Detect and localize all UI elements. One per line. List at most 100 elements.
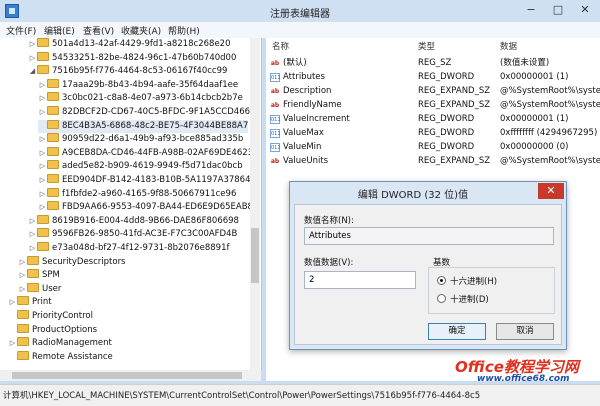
menu-edit[interactable]: 编辑(E) (44, 24, 75, 37)
tree-item[interactable]: ◢ 7516b95f-f776-4464-8c53-06167f40cc99 (28, 65, 227, 78)
expand-arrow-icon[interactable]: ▷ (28, 38, 37, 51)
tree-item-label: Remote Assistance (32, 351, 113, 362)
value-row-type[interactable]: REG_DWORD (418, 127, 474, 140)
value-row-type[interactable]: REG_DWORD (418, 141, 474, 154)
value-row-name[interactable]: 011 ValueMin (270, 141, 321, 154)
value-row-name[interactable]: ab FriendlyName (270, 99, 342, 112)
column-header-name[interactable]: 名称 (272, 40, 289, 52)
expand-arrow-icon[interactable]: ▷ (18, 269, 27, 282)
folder-icon (47, 133, 59, 143)
expand-arrow-icon[interactable]: ▷ (18, 256, 27, 269)
expand-arrow-icon[interactable]: ▷ (38, 201, 47, 214)
tree-item[interactable]: ▷ aded5e82-b909-4619-9949-f5d71dac0bcb (38, 160, 243, 173)
value-row-type[interactable]: REG_DWORD (418, 113, 474, 126)
value-row-name[interactable]: 011 ValueMax (270, 127, 324, 140)
tree-horizontal-scrollbar[interactable] (0, 370, 261, 381)
value-data-input[interactable]: 2 (304, 271, 416, 289)
binary-value-icon: 011 (270, 143, 281, 152)
decimal-radio-label[interactable]: 十进制(D) (450, 293, 489, 305)
expand-arrow-icon[interactable]: ▷ (38, 188, 47, 201)
tree-scroll-thumb[interactable] (251, 228, 259, 283)
menu-view[interactable]: 查看(V) (83, 24, 114, 37)
expand-arrow-icon[interactable]: ▷ (38, 160, 47, 173)
dialog-close-button[interactable]: ✕ (538, 183, 564, 199)
maximize-button[interactable]: □ (545, 2, 571, 18)
menu-file[interactable]: 文件(F) (6, 24, 36, 37)
value-row-data[interactable]: 0xffffffff (4294967295) (500, 127, 597, 140)
value-row-type[interactable]: REG_EXPAND_SZ (418, 85, 490, 98)
expand-arrow-icon[interactable]: ▷ (28, 52, 37, 65)
minimize-button[interactable]: − (518, 2, 544, 18)
tree-item[interactable]: ▷ 54533251-82be-4824-96c1-47b60b740d00 (28, 51, 236, 65)
tree-item[interactable]: ▷ User (18, 282, 61, 296)
value-row-data[interactable]: (数值未设置) (500, 57, 549, 70)
ok-button[interactable]: 确定 (428, 323, 486, 340)
menu-help[interactable]: 帮助(H) (168, 24, 200, 37)
expand-arrow-icon[interactable]: ▷ (38, 92, 47, 105)
tree-item[interactable]: ▷ 8619B916-E004-4dd8-9B66-DAE86F806698 (28, 214, 239, 228)
registry-key-tree[interactable]: ▷ 501a4d13-42af-4429-9fd1-a8218c268e20 ▷ 54… (0, 38, 262, 370)
expand-arrow-icon[interactable]: ▷ (28, 215, 37, 228)
tree-item[interactable]: ▷ 82DBCF2D-CD67-40C5-BFDC-9F1A5CCD4663 (38, 106, 255, 119)
tree-item[interactable]: ▷ EED904DF-B142-4183-B10B-5A1197A37864 (38, 174, 250, 187)
expand-arrow-icon[interactable]: ▷ (8, 296, 17, 309)
expand-arrow-icon[interactable]: ▷ (28, 228, 37, 241)
menu-favorites[interactable]: 收藏夹(A) (121, 24, 161, 37)
tree-item[interactable]: ▷ FBD9AA66-9553-4097-BA44-ED6E9D65EAB8 (38, 201, 253, 214)
tree-item[interactable]: ▷ 90959d22-d6a1-49b9-af93-bce885ad335b (38, 133, 243, 146)
tree-item-label: 90959d22-d6a1-49b9-af93-bce885ad335b (62, 134, 244, 145)
column-header-data[interactable]: 数据 (500, 40, 517, 52)
tree-item[interactable]: ▷ Print (8, 296, 52, 309)
hex-radio[interactable] (437, 276, 446, 285)
tree-item[interactable]: ▷ e73a048d-bf27-4f12-9731-8b2076e8891f (28, 242, 229, 255)
value-row-data[interactable]: @%SystemRoot%\syste (500, 155, 600, 168)
value-row-type[interactable]: REG_DWORD (418, 71, 474, 84)
tree-item[interactable]: 8EC4B3A5-6868-48c2-BE75-4F3044BE88A7 (38, 119, 249, 133)
value-row-name[interactable]: 011 ValueIncrement (270, 113, 350, 126)
cancel-button[interactable]: 取消 (496, 323, 554, 340)
value-row-name[interactable]: ab ValueUnits (270, 155, 328, 168)
expand-arrow-icon[interactable]: ▷ (8, 337, 17, 350)
tree-item[interactable]: ▷ f1fbfde2-a960-4165-9f88-50667911ce96 (38, 187, 236, 201)
value-row-type[interactable]: REG_EXPAND_SZ (418, 155, 490, 168)
value-row-name[interactable]: ab (默认) (270, 57, 307, 70)
value-row-type[interactable]: REG_SZ (418, 57, 451, 70)
value-row-data[interactable]: 0x00000001 (1) (500, 71, 568, 84)
tree-item[interactable]: PriorityControl (8, 310, 93, 323)
value-row-name[interactable]: 011 Attributes (270, 71, 325, 84)
value-row-data[interactable]: 0x00000000 (0) (500, 141, 568, 154)
tree-item-label: EED904DF-B142-4183-B10B-5A1197A37864 (62, 175, 251, 185)
expand-arrow-icon[interactable]: ▷ (38, 174, 47, 187)
tree-vertical-scrollbar[interactable] (250, 38, 260, 370)
expand-arrow-icon[interactable]: ▷ (38, 106, 47, 119)
tree-item[interactable]: ▷ SecurityDescriptors (18, 255, 126, 269)
expand-arrow-icon[interactable]: ◢ (28, 65, 37, 78)
tree-item-label: 17aaa29b-8b43-4b94-aafe-35f64daaf1ee (62, 79, 239, 90)
decimal-radio[interactable] (437, 294, 446, 303)
value-row-name[interactable]: ab Description (270, 85, 332, 98)
close-button[interactable]: ✕ (572, 2, 598, 18)
tree-item[interactable]: ▷ SPM (18, 269, 60, 282)
expand-arrow-icon[interactable]: ▷ (38, 147, 47, 160)
value-row-data[interactable]: @%SystemRoot%\syste (500, 85, 600, 98)
column-header-type[interactable]: 类型 (418, 40, 435, 52)
tree-item[interactable]: ▷ 501a4d13-42af-4429-9fd1-a8218c268e20 (28, 38, 231, 51)
value-row-data[interactable]: @%SystemRoot%\syste (500, 99, 600, 112)
expand-arrow-icon[interactable]: ▷ (38, 79, 47, 92)
tree-item[interactable]: ▷ RadioManagement (8, 337, 112, 350)
tree-item[interactable]: ▷ A9CEB8DA-CD46-44FB-A98B-02AF69DE4623 (38, 146, 253, 160)
value-row-data[interactable]: 0x00000001 (1) (500, 113, 568, 126)
hex-radio-label[interactable]: 十六进制(H) (450, 275, 497, 287)
tree-item[interactable]: ProductOptions (8, 323, 97, 337)
tree-item[interactable]: ▷ 17aaa29b-8b43-4b94-aafe-35f64daaf1ee (38, 78, 239, 92)
expand-arrow-icon[interactable]: ▷ (28, 242, 37, 255)
expand-arrow-icon[interactable]: ▷ (18, 283, 27, 296)
value-row-type[interactable]: REG_EXPAND_SZ (418, 99, 490, 112)
expand-arrow-icon[interactable]: ▷ (38, 133, 47, 146)
folder-icon (47, 160, 59, 170)
value-name-field[interactable]: Attributes (304, 227, 554, 245)
tree-hscroll-thumb[interactable] (12, 372, 242, 379)
tree-item[interactable]: Remote Assistance (8, 350, 113, 364)
tree-item[interactable]: ▷ 3c0bc021-c8a8-4e07-a973-6b14cbcb2b7e (38, 92, 243, 105)
tree-item[interactable]: ▷ 9596FB26-9850-41fd-AC3E-F7C3C00AFD4B (28, 228, 237, 241)
